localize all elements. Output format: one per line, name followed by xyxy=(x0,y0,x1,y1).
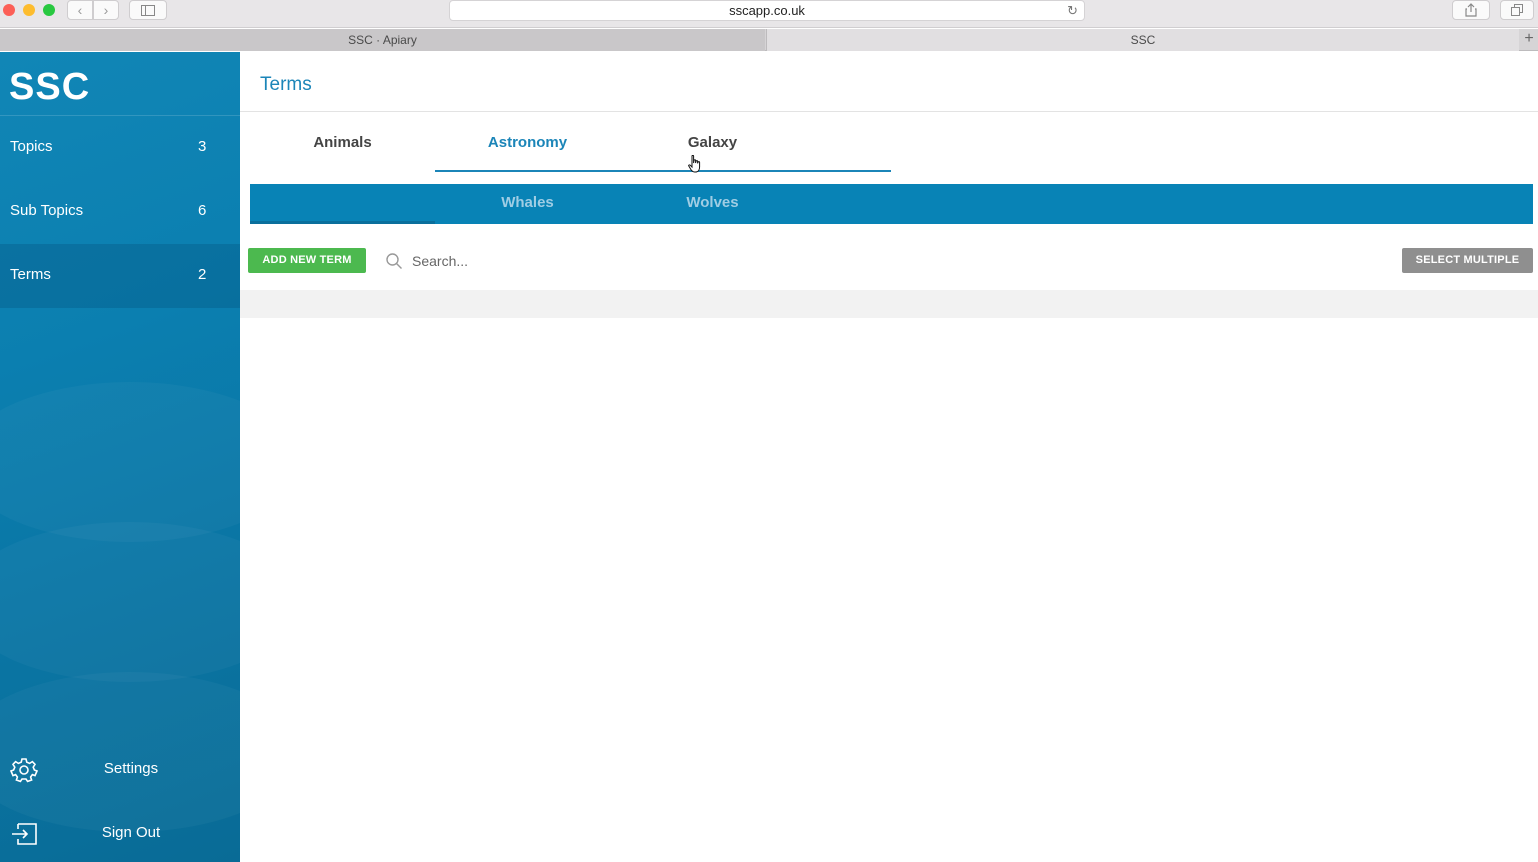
sidebar-item-label: Topics xyxy=(10,138,53,155)
hand-cursor-icon xyxy=(688,155,701,173)
show-sidebar-button[interactable] xyxy=(129,0,167,20)
sidebar-decoration xyxy=(0,522,240,682)
sub-topic-bar: Whales Wolves xyxy=(250,184,1533,224)
share-icon xyxy=(1465,3,1477,17)
sidebar-item-topics[interactable]: Topics 3 xyxy=(0,116,240,180)
active-tab-indicator xyxy=(435,170,891,172)
address-bar[interactable]: sscapp.co.uk ↻ xyxy=(449,0,1085,21)
sub-tab-empty[interactable] xyxy=(250,184,435,224)
sign-out-label: Sign Out xyxy=(101,824,161,841)
tab-galaxy[interactable]: Galaxy xyxy=(620,134,805,151)
page-title: Terms xyxy=(260,74,312,95)
select-multiple-button[interactable]: SELECT MULTIPLE xyxy=(1402,248,1533,273)
reload-icon[interactable]: ↻ xyxy=(1067,1,1078,21)
settings-button[interactable]: Settings xyxy=(0,748,240,798)
sidebar: SSC Topics 3 Sub Topics 6 Terms 2 Settin… xyxy=(0,52,240,862)
add-new-term-button[interactable]: ADD NEW TERM xyxy=(248,248,366,273)
browser-tab-bar: SSC · Apiary SSC + xyxy=(0,29,1538,51)
sidebar-item-count: 6 xyxy=(198,202,207,219)
tab-animals[interactable]: Animals xyxy=(250,134,435,151)
sidebar-item-sub-topics[interactable]: Sub Topics 6 xyxy=(0,180,240,244)
sub-tab-whales[interactable]: Whales xyxy=(435,184,620,224)
sidebar-item-terms[interactable]: Terms 2 xyxy=(0,244,240,308)
sidebar-decoration xyxy=(0,382,240,542)
sign-out-button[interactable]: Sign Out xyxy=(0,812,240,862)
sub-tab-wolves[interactable]: Wolves xyxy=(620,184,805,224)
terms-list-header xyxy=(240,290,1538,318)
browser-tab-active[interactable]: SSC xyxy=(766,29,1519,51)
share-button[interactable] xyxy=(1452,0,1490,20)
browser-titlebar: ‹ › sscapp.co.uk ↻ xyxy=(0,0,1538,28)
search-icon xyxy=(386,253,402,269)
settings-label: Settings xyxy=(103,760,159,777)
app-logo[interactable]: SSC xyxy=(9,66,90,109)
chevron-left-icon: ‹ xyxy=(77,2,83,18)
sidebar-item-label: Sub Topics xyxy=(10,202,84,219)
forward-button[interactable]: › xyxy=(93,0,119,20)
sidebar-item-label: Terms xyxy=(10,266,51,283)
new-tab-button[interactable]: + xyxy=(1520,29,1538,51)
minimize-window-button[interactable] xyxy=(23,4,35,16)
main-content: Terms Animals Astronomy Galaxy Whales Wo… xyxy=(240,52,1538,862)
close-window-button[interactable] xyxy=(3,4,15,16)
browser-tab[interactable]: SSC · Apiary xyxy=(0,29,765,51)
url-text: sscapp.co.uk xyxy=(729,3,805,18)
maximize-window-button[interactable] xyxy=(43,4,55,16)
sidebar-icon xyxy=(141,5,155,16)
sidebar-item-count: 3 xyxy=(198,138,207,155)
tab-astronomy[interactable]: Astronomy xyxy=(435,134,620,151)
active-sub-tab-indicator xyxy=(250,221,435,224)
back-button[interactable]: ‹ xyxy=(67,0,93,20)
divider xyxy=(240,111,1538,112)
search-input[interactable] xyxy=(412,250,812,272)
sidebar-item-count: 2 xyxy=(198,266,207,283)
tabs-icon xyxy=(1511,4,1523,16)
show-tabs-button[interactable] xyxy=(1500,0,1534,20)
chevron-right-icon: › xyxy=(103,2,109,18)
